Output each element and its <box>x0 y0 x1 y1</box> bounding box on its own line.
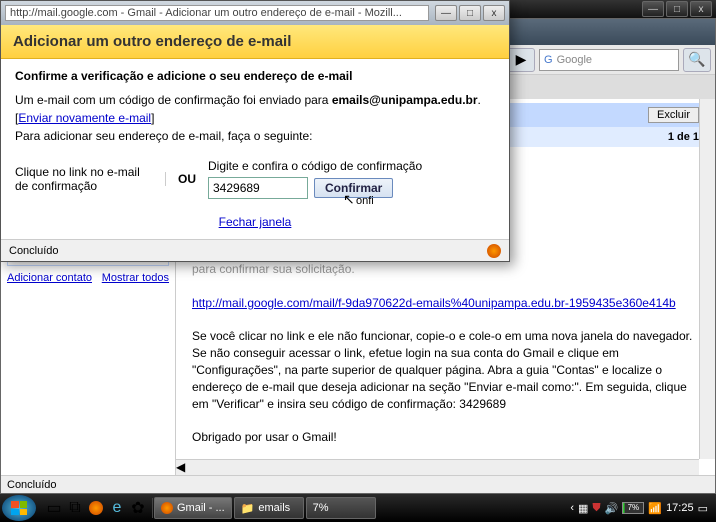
popup-url: http://mail.google.com - Gmail - Adicion… <box>5 5 429 21</box>
start-button[interactable] <box>2 495 36 521</box>
popup-titlebar[interactable]: http://mail.google.com - Gmail - Adicion… <box>1 1 509 25</box>
browser-status-text: Concluído <box>7 479 57 491</box>
delete-button[interactable]: Excluir <box>648 107 699 123</box>
mail-fragment-3: para confirmar sua solicitação. <box>192 261 699 278</box>
taskbar-item-emails[interactable]: 📁 emails <box>234 497 304 519</box>
taskbar-item-gmail[interactable]: Gmail - ... <box>154 497 232 519</box>
search-go-button[interactable]: 🔍 <box>683 48 711 72</box>
popup-header: Adicionar um outro endereço de e-mail <box>1 25 509 59</box>
go-button[interactable]: ▶ <box>507 48 535 72</box>
browser-search-input[interactable]: G Google <box>539 49 679 71</box>
browser-status-bar: Concluído <box>1 475 715 493</box>
option-code-label: Digite e confira o código de confirmação <box>208 159 495 173</box>
popup-maximize-button[interactable]: □ <box>459 5 481 21</box>
resend-email-link[interactable]: Enviar novamente e-mail <box>18 111 151 125</box>
show-desktop-icon[interactable]: ▭ <box>44 498 64 518</box>
bg-maximize-button[interactable]: □ <box>666 1 688 17</box>
popup-info-line2: Para adicionar seu endereço de e-mail, f… <box>15 129 495 143</box>
add-email-popup: http://mail.google.com - Gmail - Adicion… <box>0 0 510 262</box>
confirmation-url-link[interactable]: http://mail.google.com/mail/f-9da970622d… <box>192 296 676 310</box>
popup-minimize-button[interactable]: — <box>435 5 457 21</box>
bg-close-button[interactable]: x <box>690 1 712 17</box>
confirmation-code-input[interactable] <box>208 177 308 199</box>
system-tray: ‹ ▦ ⛊ 🔊 7% 📶 17:25 ▭ <box>564 502 714 515</box>
popup-info-line1: Um e-mail com um código de confirmação f… <box>15 93 495 107</box>
quick-launch: ▭ ⧉ e ✿ <box>40 498 153 518</box>
vertical-scrollbar[interactable] <box>699 99 715 459</box>
clock[interactable]: 17:25 <box>666 502 694 514</box>
switch-windows-icon[interactable]: ⧉ <box>65 498 85 518</box>
windows-logo-icon <box>11 501 27 515</box>
popup-status-text: Concluído <box>9 245 59 257</box>
tray-volume-icon[interactable]: 🔊 <box>605 502 619 515</box>
tray-wifi-icon[interactable]: 📶 <box>648 502 662 515</box>
tray-network-icon[interactable]: ▦ <box>578 502 588 515</box>
search-placeholder: Google <box>557 54 592 66</box>
ie-shortcut-icon[interactable]: e <box>107 498 127 518</box>
firefox-icon <box>487 244 501 258</box>
popup-close-button[interactable]: x <box>483 5 505 21</box>
tray-expand-icon[interactable]: ▭ <box>698 502 708 515</box>
add-contact-link[interactable]: Adicionar contato <box>7 272 92 284</box>
windows-taskbar: ▭ ⧉ e ✿ Gmail - ... 📁 emails 7% ‹ ▦ ⛊ 🔊 … <box>0 494 716 522</box>
close-window-link[interactable]: Fechar janela <box>219 215 292 229</box>
firefox-shortcut-icon[interactable] <box>86 498 106 518</box>
option-click-link: Clique no link no e-mail de confirmação <box>15 165 165 193</box>
mail-body-thanks: Obrigado por usar o Gmail! <box>192 429 699 446</box>
tray-shield-icon[interactable]: ⛊ <box>592 502 600 515</box>
popup-subtitle: Confirme a verificação e adicione o seu … <box>15 69 495 83</box>
option-separator: OU <box>165 172 208 186</box>
show-all-link[interactable]: Mostrar todos <box>102 272 169 284</box>
popup-status-bar: Concluído <box>1 239 509 261</box>
firefox-icon <box>161 502 173 514</box>
msn-shortcut-icon[interactable]: ✿ <box>128 498 148 518</box>
cursor-tooltip: onfi <box>356 195 374 207</box>
horizontal-scrollbar[interactable]: ◀ <box>176 459 699 475</box>
taskbar-item-misc[interactable]: 7% <box>306 497 376 519</box>
mail-body-instructions: Se você clicar no link e ele não funcion… <box>192 328 699 412</box>
battery-icon[interactable]: 7% <box>622 502 644 514</box>
bg-minimize-button[interactable]: — <box>642 1 664 17</box>
tray-chevron-icon[interactable]: ‹ <box>570 502 574 514</box>
confirm-button[interactable]: Confirmar <box>314 178 393 198</box>
